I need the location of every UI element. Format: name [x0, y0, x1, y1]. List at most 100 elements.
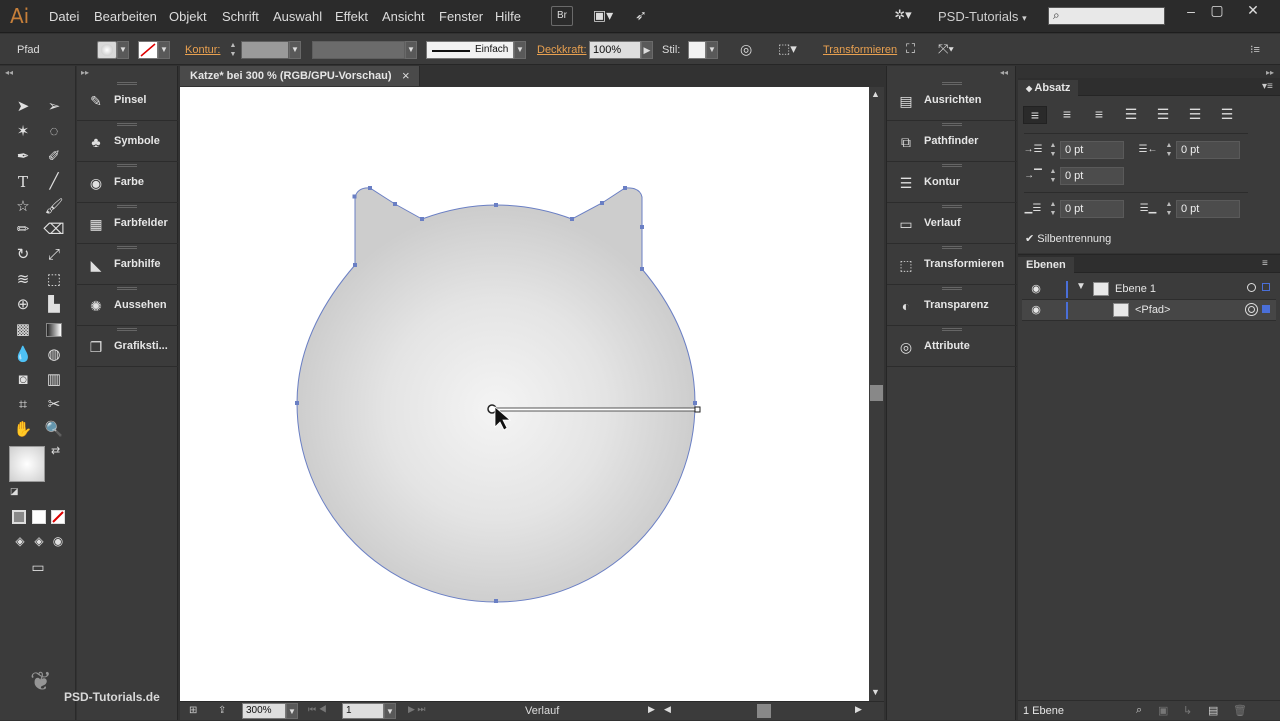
transform-link[interactable]: Transformieren [823, 44, 897, 56]
zoom-field[interactable]: 300% [242, 703, 286, 719]
bridge-button[interactable]: Br [551, 6, 573, 26]
menu-fenster[interactable]: Fenster [439, 9, 483, 24]
align-left-button[interactable]: ≡ [1023, 106, 1047, 124]
artboard-dropdown[interactable]: ▼ [384, 703, 396, 719]
menu-datei[interactable]: Datei [49, 9, 79, 24]
artboard-tool-icon[interactable]: ⌗ [11, 394, 35, 416]
vertical-scrollbar[interactable]: ▲ ▼ [869, 87, 884, 701]
panel-grip[interactable] [942, 82, 962, 85]
panel-grip[interactable] [117, 246, 137, 249]
shape-builder-tool-icon[interactable]: ⊕ [11, 294, 35, 316]
perspective-grid-tool-icon[interactable]: ▙ [42, 294, 66, 316]
default-colors-icon[interactable]: ◪ [10, 486, 19, 497]
panel-pathfinder[interactable]: ⧉ Pathfinder [887, 121, 1017, 162]
gradient-mode-icon[interactable] [32, 510, 46, 524]
paragraph-panel-menu-icon[interactable]: ▾≡ [1262, 81, 1273, 92]
panel-farbfelder[interactable]: ▦ Farbfelder [77, 203, 178, 244]
screen-mode-icon[interactable]: ▭ [26, 556, 50, 578]
document-tab[interactable]: Katze* bei 300 % (RGB/GPU-Vorschau) × [180, 66, 420, 86]
menu-effekt[interactable]: Effekt [335, 9, 368, 24]
search-input[interactable]: ⌕ [1048, 7, 1165, 25]
blend-tool-icon[interactable]: ◍ [42, 344, 66, 366]
panel-ausrichten[interactable]: ▤ Ausrichten [887, 80, 1017, 121]
align-right-button[interactable]: ≡ [1087, 106, 1111, 124]
stroke-dropdown[interactable]: ▼ [158, 41, 170, 59]
artboard-nav-icon[interactable]: ⊞ [189, 705, 197, 716]
layer-name[interactable]: Ebene 1 [1115, 283, 1156, 295]
visibility-eye-icon[interactable]: ◉ [1028, 282, 1044, 296]
panel-verlauf[interactable]: ▭ Verlauf [887, 203, 1017, 244]
opacity-link[interactable]: Deckkraft: [537, 44, 587, 56]
expand-layer-icon[interactable]: ▼ [1076, 281, 1086, 292]
gpu-performance-icon[interactable]: ➶ [630, 6, 652, 26]
close-document-icon[interactable]: × [402, 68, 410, 83]
justify-all-button[interactable]: ☰ [1215, 106, 1239, 124]
locate-object-icon[interactable]: ⌕ [1136, 704, 1142, 717]
space-before-field[interactable]: 0 pt [1060, 200, 1124, 218]
first-artboard-icon[interactable]: ⏮ ◀ [308, 704, 327, 715]
justify-left-button[interactable]: ☰ [1119, 106, 1143, 124]
scroll-right-icon[interactable]: ▶ [855, 704, 862, 715]
paintbrush-tool-icon[interactable]: 🖌 [42, 196, 66, 218]
space-after-field[interactable]: 0 pt [1176, 200, 1240, 218]
artboard-number-field[interactable]: 1 [342, 703, 384, 719]
panel-farbe[interactable]: ◉ Farbe [77, 162, 178, 203]
delete-layer-icon[interactable]: 🗑 [1233, 704, 1247, 717]
selection-indicator[interactable] [1262, 305, 1270, 313]
right-indent-stepper[interactable]: ▲ ▼ [1164, 141, 1174, 159]
recolor-artwork-icon[interactable]: ◎ [740, 41, 756, 57]
menu-schrift[interactable]: Schrift [222, 9, 259, 24]
layer-row-pfad[interactable]: ◉ <Pfad> [1022, 300, 1276, 321]
column-graph-tool-icon[interactable]: ▥ [42, 369, 66, 391]
status-menu-icon[interactable]: ▶ [648, 704, 655, 715]
horizontal-scroll-thumb[interactable] [757, 704, 771, 718]
artboard-canvas[interactable] [180, 87, 869, 701]
new-sublayer-icon[interactable]: ↳ [1183, 704, 1192, 717]
panel-transparenz[interactable]: ◐ Transparenz [887, 285, 1017, 326]
minimize-button[interactable]: – [1178, 4, 1204, 18]
menu-ansicht[interactable]: Ansicht [382, 9, 425, 24]
stroke-swatch[interactable] [138, 41, 158, 59]
panel-grip[interactable] [942, 164, 962, 167]
zoom-dropdown[interactable]: ▼ [286, 703, 298, 719]
fill-dropdown[interactable]: ▼ [117, 41, 129, 59]
scroll-down-icon[interactable]: ▼ [871, 687, 880, 697]
pen-tool-icon[interactable]: ✒ [11, 146, 35, 168]
slice-tool-icon[interactable]: ✂ [42, 394, 66, 416]
panel-grafikstile[interactable]: ❐ Grafiksti... [77, 326, 178, 367]
panel-kontur[interactable]: ☰ Kontur [887, 162, 1017, 203]
panel-attribute[interactable]: ◎ Attribute [887, 326, 1017, 367]
brush-definition-dropdown[interactable]: ▼ [514, 41, 526, 59]
scroll-up-icon[interactable]: ▲ [871, 89, 880, 99]
collapse-right-dock-icon[interactable]: ◂◂ [1000, 68, 1008, 77]
eraser-tool-icon[interactable]: ⌫ [42, 219, 66, 241]
variable-width-profile[interactable] [312, 41, 405, 59]
hand-tool-icon[interactable]: ✋ [11, 419, 35, 441]
maximize-button[interactable]: ▢ [1204, 3, 1230, 17]
eyedropper-tool-icon[interactable]: 💧 [11, 344, 35, 366]
scroll-left-icon[interactable]: ◀ [664, 704, 671, 715]
envelope-icon[interactable]: ⤧▾ [938, 41, 968, 57]
scale-tool-icon[interactable]: ⤢ [42, 244, 66, 266]
lasso-tool-icon[interactable]: ◌ [42, 121, 66, 143]
opacity-slider-toggle[interactable]: ▶ [641, 41, 653, 59]
scroll-thumb[interactable] [870, 385, 883, 401]
first-line-indent-field[interactable]: 0 pt [1060, 167, 1124, 185]
magic-wand-tool-icon[interactable]: ✶ [11, 121, 35, 143]
share-icon[interactable]: ⇪ [218, 705, 226, 716]
graphic-style-dropdown[interactable]: ▼ [706, 41, 718, 59]
fill-color-swatch[interactable] [9, 446, 45, 482]
opacity-field[interactable]: 100% [589, 41, 641, 59]
justify-right-button[interactable]: ☰ [1183, 106, 1207, 124]
fill-swatch[interactable] [97, 41, 117, 59]
rotate-tool-icon[interactable]: ↻ [11, 244, 35, 266]
stroke-weight-stepper[interactable]: ▲ ▼ [228, 41, 238, 59]
align-to-icon[interactable]: ⬚▾ [778, 41, 806, 57]
last-artboard-icon[interactable]: ▶ ⏭ [408, 704, 426, 715]
left-indent-field[interactable]: 0 pt [1060, 141, 1124, 159]
stroke-weight-field[interactable] [241, 41, 289, 59]
target-double-circle-icon[interactable] [1245, 303, 1258, 316]
layer-row-ebene-1[interactable]: ◉ ▼ Ebene 1 [1022, 279, 1276, 300]
color-mode-icon[interactable] [12, 510, 26, 524]
pencil-tool-icon[interactable]: ✏ [11, 219, 35, 241]
